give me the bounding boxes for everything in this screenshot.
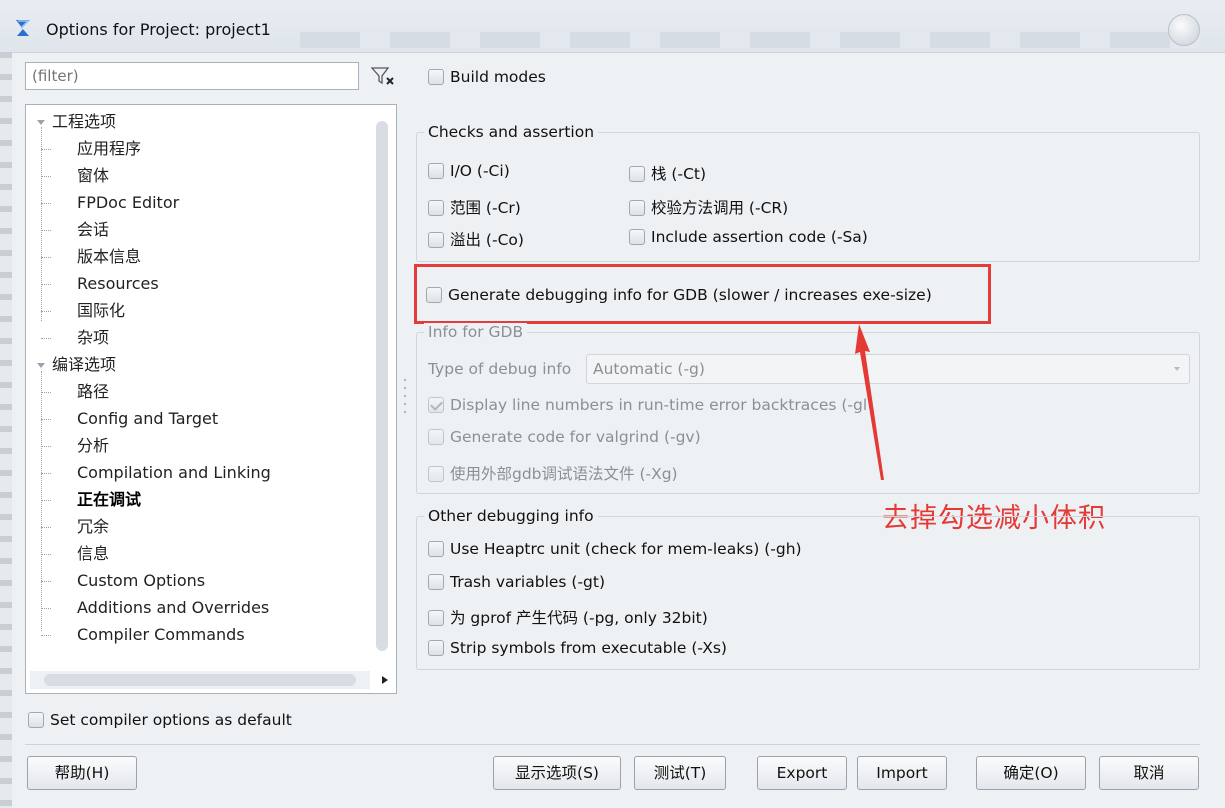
tree-item[interactable]: Compilation and Linking: [77, 460, 271, 486]
tree-item[interactable]: Compiler Commands: [77, 622, 245, 648]
gprof-row[interactable]: 为 gprof 产生代码 (-pg, only 32bit): [428, 606, 708, 628]
valgrind-label: Generate code for valgrind (-gv): [450, 428, 701, 446]
tree-item[interactable]: 会话: [77, 217, 109, 243]
overflow-checkbox[interactable]: [428, 231, 444, 248]
tree-item[interactable]: 版本信息: [77, 244, 141, 270]
tree-item[interactable]: 冗余: [77, 514, 109, 540]
chevron-down-icon: [1174, 367, 1180, 371]
scroll-right-icon[interactable]: [378, 671, 392, 689]
tree-item[interactable]: 国际化: [77, 298, 125, 324]
vertical-scrollbar[interactable]: [376, 121, 388, 651]
heaptrc-row[interactable]: Use Heaptrc unit (check for mem-leaks) (…: [428, 540, 802, 558]
tree-item[interactable]: 应用程序: [77, 136, 141, 162]
tree-item[interactable]: Custom Options: [77, 568, 205, 594]
checks-group-title: Checks and assertion: [424, 123, 599, 141]
highlight-box: [414, 264, 991, 324]
tree-item[interactable]: Config and Target: [77, 406, 218, 432]
ok-button[interactable]: 确定(O): [976, 756, 1086, 790]
stack-check-row[interactable]: 栈 (-Ct): [629, 162, 706, 184]
strip-label: Strip symbols from executable (-Xs): [450, 639, 727, 657]
io-check-label: I/O (-Ci): [450, 162, 510, 180]
tree-item-compiler-options[interactable]: 编译选项: [52, 352, 116, 378]
trash-checkbox[interactable]: [428, 573, 444, 590]
collapse-arrow-icon[interactable]: [34, 358, 48, 372]
assertion-checkbox[interactable]: [629, 228, 645, 245]
assertion-label: Include assertion code (-Sa): [651, 228, 868, 246]
show-options-button[interactable]: 显示选项(S): [493, 756, 621, 790]
strip-row[interactable]: Strip symbols from executable (-Xs): [428, 639, 727, 657]
tree-item[interactable]: 信息: [77, 541, 109, 567]
tree-item-selected[interactable]: 正在调试: [77, 487, 141, 513]
build-modes-label: Build modes: [450, 68, 546, 86]
tree-item[interactable]: 分析: [77, 433, 109, 459]
other-debug-title: Other debugging info: [424, 507, 598, 525]
window-title: Options for Project: project1: [46, 20, 271, 39]
export-button[interactable]: Export: [757, 756, 847, 790]
set-default-row[interactable]: Set compiler options as default: [28, 711, 292, 729]
options-tree[interactable]: 工程选项 应用程序 窗体 FPDoc Editor 会话 版本信息 Resour…: [25, 104, 397, 694]
set-default-checkbox[interactable]: [28, 711, 44, 728]
import-button[interactable]: Import: [857, 756, 947, 790]
filter-input[interactable]: [25, 62, 359, 90]
close-button[interactable]: [1168, 14, 1200, 46]
stack-check-label: 栈 (-Ct): [651, 165, 707, 183]
external-gdb-label: 使用外部gdb调试语法文件 (-Xg): [450, 465, 678, 483]
line-numbers-checkbox[interactable]: [428, 396, 444, 413]
stack-checkbox[interactable]: [629, 165, 645, 182]
tree-item[interactable]: Resources: [77, 271, 159, 297]
valgrind-checkbox[interactable]: [428, 428, 444, 445]
trash-row[interactable]: Trash variables (-gt): [428, 573, 605, 591]
external-gdb-row[interactable]: 使用外部gdb调试语法文件 (-Xg): [428, 462, 678, 484]
verify-method-label: 校验方法调用 (-CR): [651, 199, 789, 217]
line-numbers-row[interactable]: Display line numbers in run-time error b…: [428, 396, 868, 414]
build-modes-row[interactable]: Build modes: [428, 68, 546, 86]
tree-item-project-options[interactable]: 工程选项: [52, 109, 116, 135]
test-button[interactable]: 测试(T): [634, 756, 726, 790]
splitter-handle[interactable]: [403, 376, 407, 416]
range-checkbox[interactable]: [428, 199, 444, 216]
io-check-row[interactable]: I/O (-Ci): [428, 162, 510, 180]
clear-filter-icon[interactable]: [366, 62, 398, 90]
gprof-checkbox[interactable]: [428, 609, 444, 626]
background-edge: [0, 52, 12, 808]
verify-method-checkbox[interactable]: [629, 199, 645, 216]
range-check-row[interactable]: 范围 (-Cr): [428, 196, 521, 218]
set-default-label: Set compiler options as default: [50, 711, 292, 729]
build-modes-checkbox[interactable]: [428, 68, 444, 85]
debug-type-value: Automatic (-g): [593, 360, 705, 378]
tree-item[interactable]: FPDoc Editor: [77, 190, 179, 216]
heaptrc-checkbox[interactable]: [428, 540, 444, 557]
tree-item[interactable]: 杂项: [77, 325, 109, 351]
heaptrc-label: Use Heaptrc unit (check for mem-leaks) (…: [450, 540, 802, 558]
tree-item[interactable]: 窗体: [77, 163, 109, 189]
red-arrow-icon: [855, 324, 884, 480]
options-dialog: Options for Project: project1 工程选项 应用程序 …: [0, 0, 1225, 808]
debug-type-label: Type of debug info: [428, 360, 572, 378]
divider: [25, 744, 1200, 745]
assertion-row[interactable]: Include assertion code (-Sa): [629, 228, 868, 246]
title-bar: Options for Project: project1: [0, 0, 1225, 53]
cancel-button[interactable]: 取消: [1099, 756, 1199, 790]
tree-item[interactable]: Additions and Overrides: [77, 595, 269, 621]
external-gdb-checkbox[interactable]: [428, 465, 444, 482]
range-check-label: 范围 (-Cr): [450, 199, 521, 217]
help-button[interactable]: 帮助(H): [27, 756, 137, 790]
background-blur: [300, 32, 1200, 48]
verify-method-row[interactable]: 校验方法调用 (-CR): [629, 196, 788, 218]
info-gdb-title: Info for GDB: [424, 323, 528, 341]
line-numbers-label: Display line numbers in run-time error b…: [450, 396, 868, 414]
strip-checkbox[interactable]: [428, 639, 444, 656]
lazarus-app-icon: [16, 20, 30, 36]
valgrind-row[interactable]: Generate code for valgrind (-gv): [428, 428, 701, 446]
io-checkbox[interactable]: [428, 162, 444, 179]
overflow-check-label: 溢出 (-Co): [450, 231, 524, 249]
horizontal-scrollbar-thumb[interactable]: [44, 674, 356, 686]
overflow-check-row[interactable]: 溢出 (-Co): [428, 228, 524, 250]
trash-label: Trash variables (-gt): [450, 573, 606, 591]
gprof-label: 为 gprof 产生代码 (-pg, only 32bit): [450, 609, 708, 627]
tree-item[interactable]: 路径: [77, 379, 109, 405]
